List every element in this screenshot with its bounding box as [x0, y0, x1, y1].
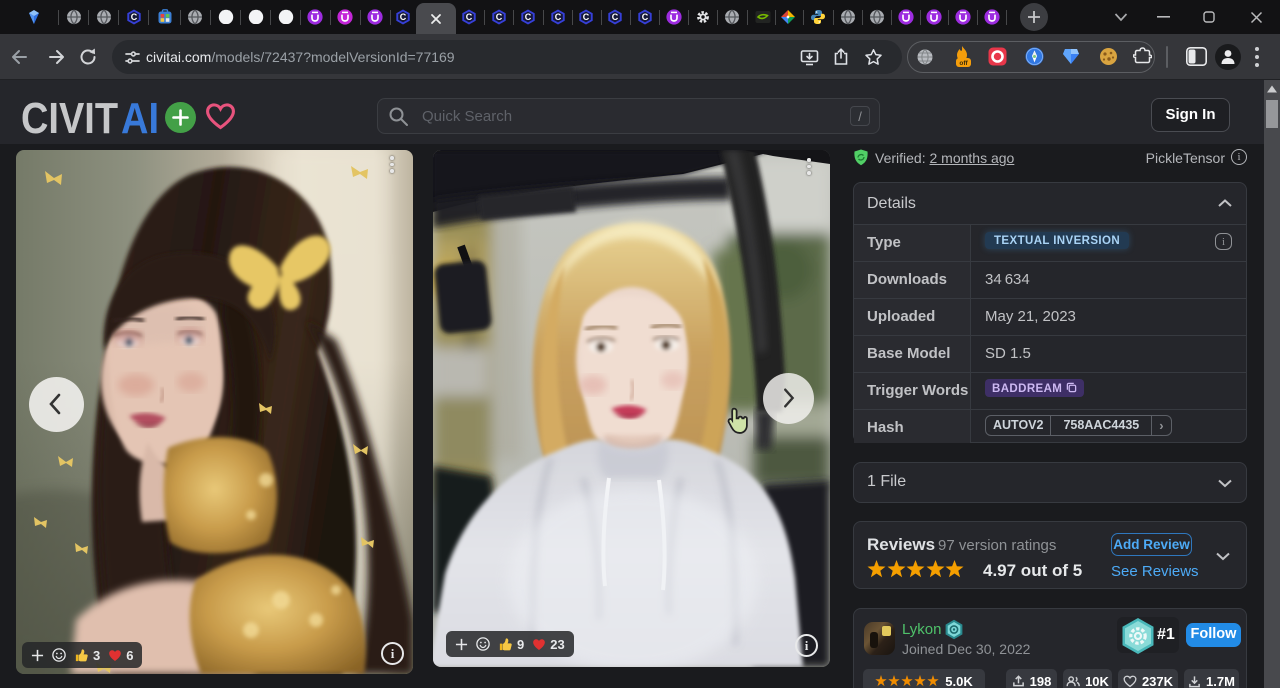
svg-text:C: C [612, 12, 619, 22]
svg-text:C: C [642, 12, 649, 22]
svg-text:C: C [466, 12, 473, 22]
svg-text:C: C [131, 12, 138, 22]
svg-text:CIVIT: CIVIT [21, 99, 118, 136]
svg-text:C: C [496, 12, 503, 22]
svg-text:C: C [583, 12, 590, 22]
svg-text:off: off [959, 60, 968, 67]
svg-text:C: C [555, 12, 562, 22]
svg-text:C: C [525, 12, 532, 22]
svg-text:C: C [400, 12, 407, 22]
svg-text:AI: AI [121, 99, 159, 136]
